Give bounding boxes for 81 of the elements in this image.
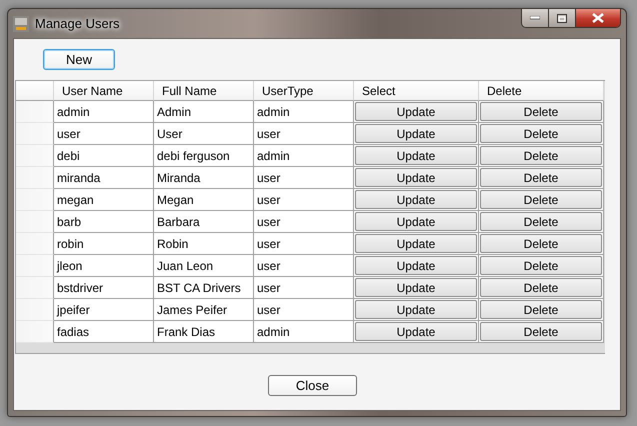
update-button[interactable]: Update: [355, 256, 477, 275]
table-cell: miranda: [54, 167, 154, 189]
delete-button[interactable]: Delete: [480, 168, 602, 187]
delete-button[interactable]: Delete: [480, 212, 602, 231]
table-cell: megan: [54, 189, 154, 211]
column-header: Full Name: [154, 81, 254, 101]
table-cell: barb: [54, 211, 154, 233]
table-cell: James Peifer: [154, 299, 254, 321]
table-cell: robin: [54, 233, 154, 255]
table-cell: Juan Leon: [154, 255, 254, 277]
update-button[interactable]: Update: [355, 168, 477, 187]
update-button[interactable]: Update: [355, 278, 477, 297]
table-cell: Admin: [154, 101, 254, 123]
row-header[interactable]: [16, 211, 54, 233]
maximize-icon: [557, 14, 567, 22]
update-button[interactable]: Update: [355, 146, 477, 165]
maximize-button[interactable]: [549, 9, 576, 27]
minimize-icon: [530, 16, 540, 20]
delete-button[interactable]: Delete: [480, 124, 602, 143]
table-cell: admin: [54, 101, 154, 123]
table-cell: BST CA Drivers: [154, 277, 254, 299]
row-header[interactable]: [16, 189, 54, 211]
table-cell: user: [254, 299, 354, 321]
row-header[interactable]: [16, 233, 54, 255]
update-button[interactable]: Update: [355, 322, 477, 341]
row-header[interactable]: [16, 101, 54, 123]
delete-button[interactable]: Delete: [480, 234, 602, 253]
row-header[interactable]: [16, 321, 54, 343]
table-cell: user: [254, 123, 354, 145]
table-cell: Miranda: [154, 167, 254, 189]
new-button[interactable]: New: [43, 49, 115, 70]
table-cell: Frank Dias: [154, 321, 254, 343]
table-cell: user: [254, 255, 354, 277]
row-header[interactable]: [16, 299, 54, 321]
window-title: Manage Users: [35, 16, 120, 31]
update-button[interactable]: Update: [355, 212, 477, 231]
table-cell: user: [254, 233, 354, 255]
table-cell: fadias: [54, 321, 154, 343]
row-header[interactable]: [16, 167, 54, 189]
delete-button[interactable]: Delete: [480, 146, 602, 165]
update-button[interactable]: Update: [355, 300, 477, 319]
table-cell: debi: [54, 145, 154, 167]
table-cell: jleon: [54, 255, 154, 277]
delete-button[interactable]: Delete: [480, 190, 602, 209]
close-dialog-button[interactable]: Close: [268, 375, 357, 396]
column-header: UserType: [254, 81, 354, 101]
app-icon: [13, 16, 29, 32]
table-cell: user: [254, 277, 354, 299]
row-header[interactable]: [16, 145, 54, 167]
row-header[interactable]: [16, 123, 54, 145]
minimize-button[interactable]: [522, 9, 549, 27]
table-cell: admin: [254, 145, 354, 167]
table-cell: admin: [254, 321, 354, 343]
delete-button[interactable]: Delete: [480, 322, 602, 341]
table-cell: User: [154, 123, 254, 145]
table-cell: user: [54, 123, 154, 145]
table-cell: user: [254, 211, 354, 233]
table-cell: Barbara: [154, 211, 254, 233]
column-header: Delete: [479, 81, 604, 101]
column-header: Select: [354, 81, 479, 101]
table-cell: bstdriver: [54, 277, 154, 299]
table-cell: jpeifer: [54, 299, 154, 321]
update-button[interactable]: Update: [355, 124, 477, 143]
table-cell: user: [254, 189, 354, 211]
update-button[interactable]: Update: [355, 190, 477, 209]
update-button[interactable]: Update: [355, 234, 477, 253]
row-header[interactable]: [16, 255, 54, 277]
row-header[interactable]: [16, 277, 54, 299]
delete-button[interactable]: Delete: [480, 256, 602, 275]
table-cell: debi ferguson: [154, 145, 254, 167]
delete-button[interactable]: Delete: [480, 278, 602, 297]
table-cell: admin: [254, 101, 354, 123]
close-button[interactable]: [576, 9, 620, 27]
table-cell: Robin: [154, 233, 254, 255]
delete-button[interactable]: Delete: [480, 300, 602, 319]
table-cell: Megan: [154, 189, 254, 211]
table-cell: user: [254, 167, 354, 189]
delete-button[interactable]: Delete: [480, 102, 602, 121]
update-button[interactable]: Update: [355, 102, 477, 121]
column-header: User Name: [54, 81, 154, 101]
close-icon: [592, 13, 604, 23]
